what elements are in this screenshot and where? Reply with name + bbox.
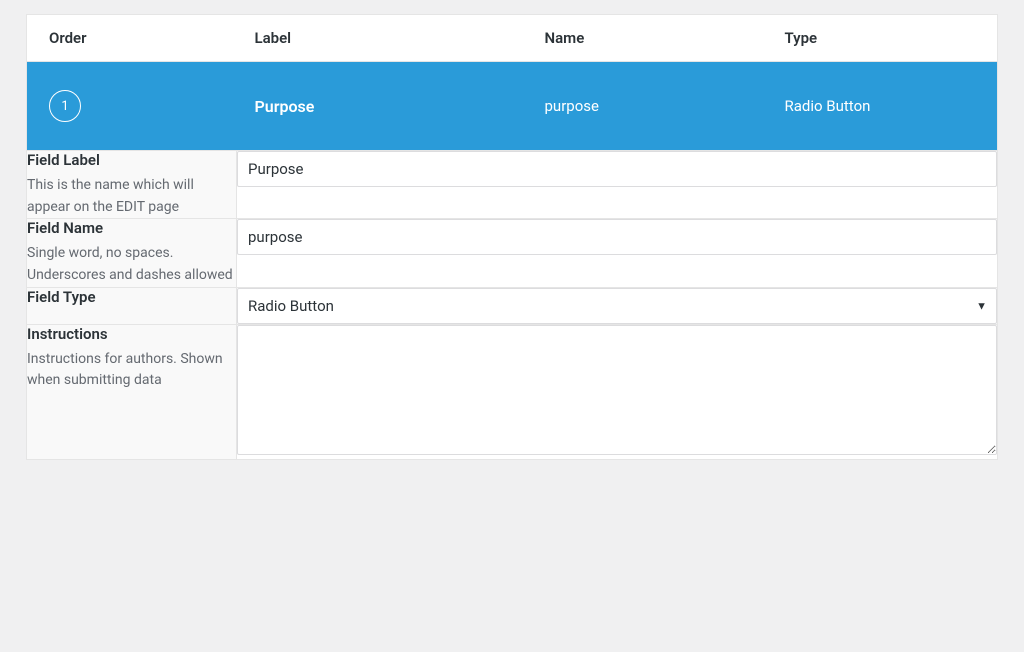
field-label-desc: This is the name which will appear on th… [27, 175, 236, 218]
field-summary-row[interactable]: 1 Purpose purpose Radio Button [27, 62, 998, 151]
field-name-input-cell [237, 219, 998, 287]
field-label-row: Field Label This is the name which will … [27, 151, 998, 219]
field-type-input-cell: Radio Button ▼ [237, 287, 998, 324]
field-label-input-cell [237, 151, 998, 219]
field-instructions-textarea[interactable] [237, 325, 997, 455]
summary-label-text: Purpose [255, 97, 315, 116]
field-type-select[interactable]: Radio Button [237, 288, 997, 324]
field-name-heading-cell: Field Name Single word, no spaces. Under… [27, 219, 237, 287]
field-instructions-desc: Instructions for authors. Shown when sub… [27, 349, 236, 392]
field-instructions-title: Instructions [27, 325, 236, 343]
header-label: Label [237, 15, 527, 62]
field-label-heading-cell: Field Label This is the name which will … [27, 151, 237, 219]
field-label-title: Field Label [27, 151, 236, 169]
order-number-badge: 1 [49, 90, 81, 122]
header-name: Name [527, 15, 767, 62]
summary-name-cell: purpose [527, 62, 767, 151]
field-type-selected-value: Radio Button [248, 297, 334, 315]
summary-order-cell: 1 [27, 62, 237, 151]
field-type-row: Field Type Radio Button ▼ [27, 287, 998, 324]
header-type: Type [767, 15, 998, 62]
summary-type-cell: Radio Button [767, 62, 998, 151]
field-settings-table: Order Label Name Type 1 Purpose purpose … [26, 14, 998, 460]
header-order: Order [27, 15, 237, 62]
field-label-input[interactable] [237, 151, 997, 187]
field-instructions-row: Instructions Instructions for authors. S… [27, 324, 998, 459]
field-name-row: Field Name Single word, no spaces. Under… [27, 219, 998, 287]
field-type-title: Field Type [27, 288, 236, 306]
summary-label-cell: Purpose [237, 62, 527, 151]
field-type-heading-cell: Field Type [27, 287, 237, 324]
field-instructions-input-cell [237, 324, 998, 459]
field-name-title: Field Name [27, 219, 236, 237]
field-name-input[interactable] [237, 219, 997, 255]
field-name-desc: Single word, no spaces. Underscores and … [27, 243, 236, 286]
header-row: Order Label Name Type [27, 15, 998, 62]
field-instructions-heading-cell: Instructions Instructions for authors. S… [27, 324, 237, 459]
